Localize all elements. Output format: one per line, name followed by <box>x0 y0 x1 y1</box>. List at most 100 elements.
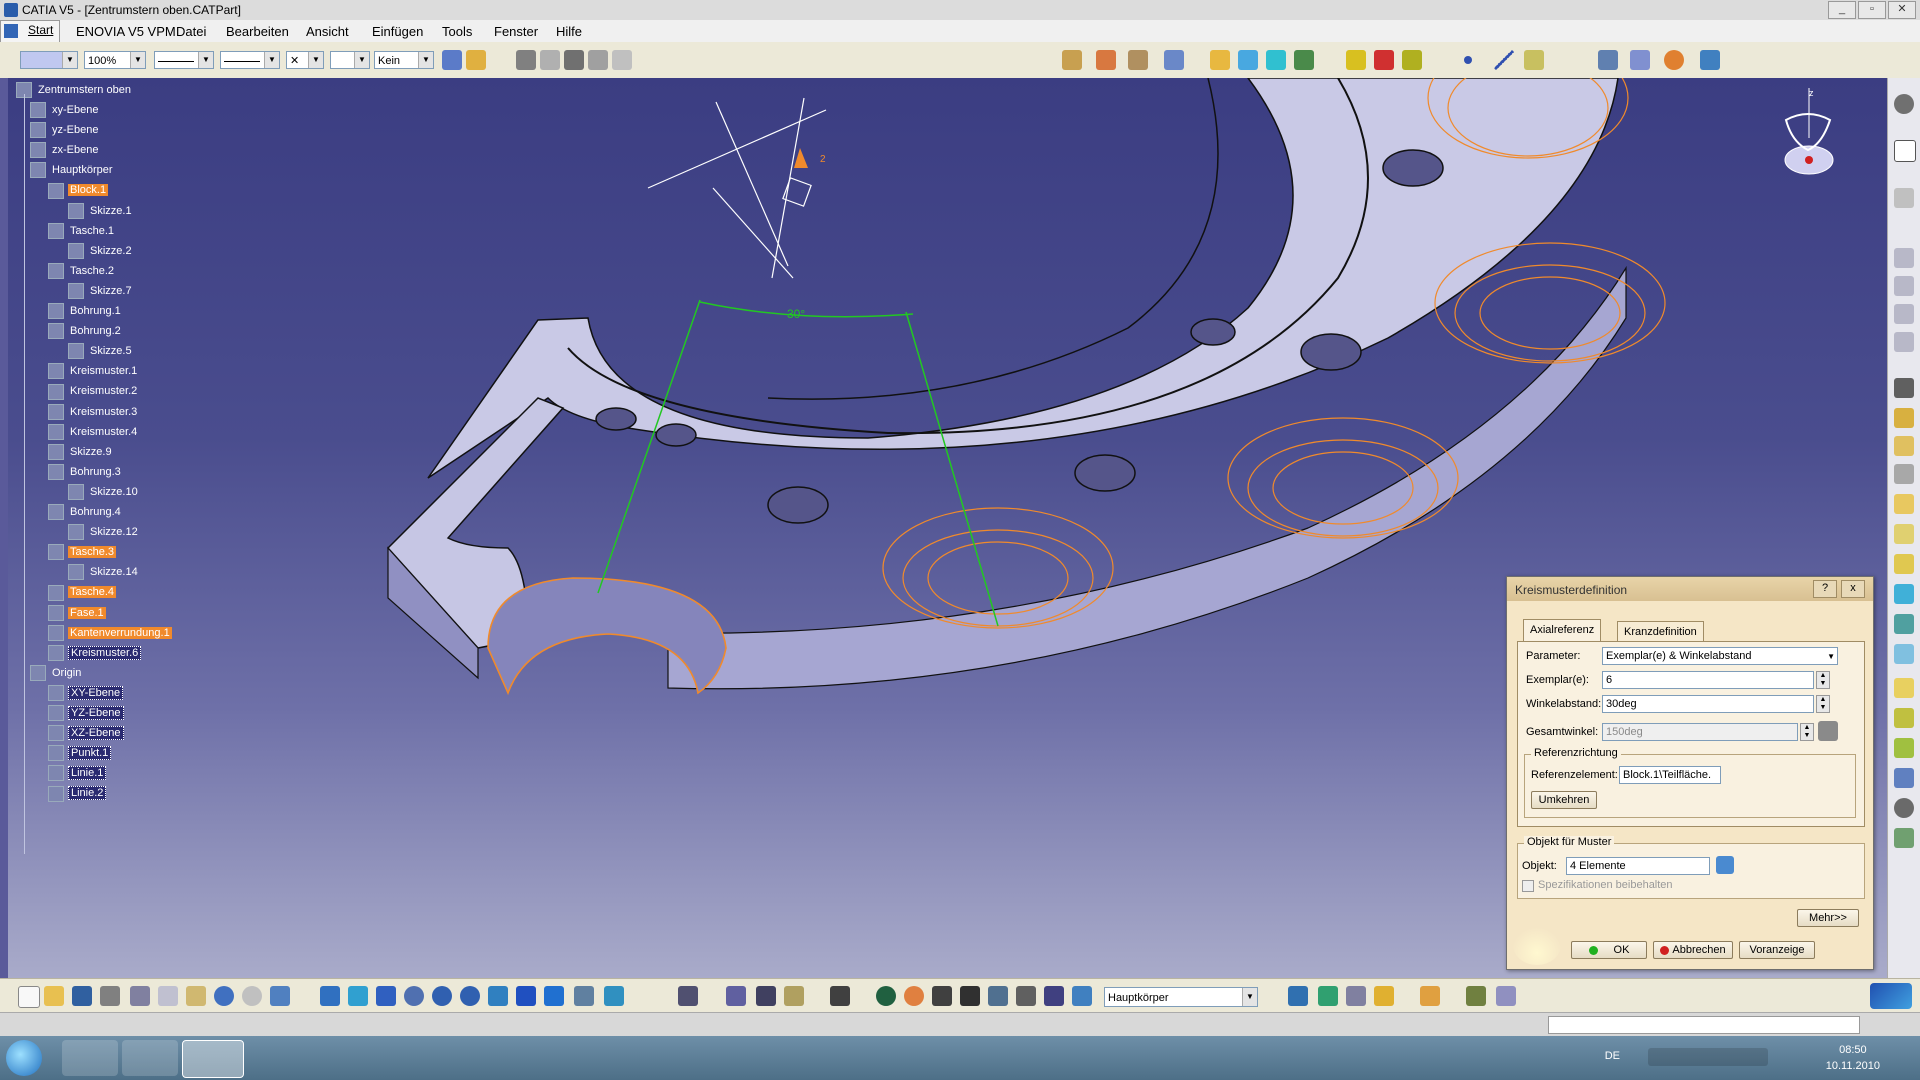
tree-node[interactable]: Skizze.7 <box>68 283 134 299</box>
scale-tool-icon[interactable] <box>1700 50 1720 70</box>
tree-node[interactable]: xy-Ebene <box>30 102 100 119</box>
painter-icon[interactable] <box>442 50 462 70</box>
menu-datei[interactable]: Datei <box>176 24 206 39</box>
minimize-button[interactable]: _ <box>1828 1 1856 19</box>
fillet-side-icon[interactable] <box>1894 524 1914 544</box>
thread-analysis-icon[interactable] <box>784 986 804 1006</box>
menu-bearbeiten[interactable]: Bearbeiten <box>226 24 289 39</box>
properties-icon[interactable] <box>466 50 486 70</box>
ok-button[interactable]: OK <box>1571 941 1647 959</box>
menu-fenster[interactable]: Fenster <box>494 24 538 39</box>
restore-button[interactable]: ▫ <box>1858 1 1886 19</box>
color-combo[interactable]: ▼ <box>20 51 78 69</box>
thick-surface-side-icon[interactable] <box>1894 738 1914 758</box>
zoom-in-icon[interactable] <box>432 986 452 1006</box>
tree-node[interactable]: Bohrung.4 <box>48 504 123 521</box>
select-object-icon[interactable] <box>1716 856 1734 874</box>
chamfer-tool-icon[interactable] <box>1238 50 1258 70</box>
measure-bottom-icon[interactable] <box>1496 986 1516 1006</box>
loft-side-icon[interactable] <box>1894 494 1914 514</box>
catia-taskbar-icon[interactable] <box>182 1040 244 1078</box>
tree-node[interactable]: Linie.1 <box>48 765 107 782</box>
analysis-bottom-icon[interactable] <box>726 986 746 1006</box>
tree-node[interactable]: XY-Ebene <box>48 685 124 701</box>
symmetry-side-icon[interactable] <box>1894 828 1914 848</box>
knowledge-icon[interactable] <box>1374 986 1394 1006</box>
layer-number-combo[interactable]: ▼ <box>330 51 370 69</box>
clock[interactable]: 08:50 10.11.2010 <box>1826 1042 1880 1074</box>
help-icon[interactable] <box>612 50 632 70</box>
hide-show-icon[interactable] <box>604 986 624 1006</box>
tree-node[interactable]: Tasche.2 <box>48 262 116 279</box>
geometry-set-icon[interactable] <box>1072 986 1092 1006</box>
save-icon[interactable] <box>72 986 92 1006</box>
tree-node[interactable]: Bohrung.1 <box>48 303 123 320</box>
graphic-properties-icon[interactable] <box>516 50 536 70</box>
tree-node[interactable]: Skizze.10 <box>68 484 140 500</box>
fillet-tool-icon[interactable] <box>1210 50 1230 70</box>
body-select[interactable]: Hauptkörper ▼ <box>1104 987 1258 1007</box>
parameter-select[interactable]: Exemplar(e) & Winkelabstand ▼ <box>1602 647 1838 665</box>
shading-icon[interactable] <box>574 986 594 1006</box>
measure-icon[interactable] <box>564 50 584 70</box>
tree-node[interactable]: zx-Ebene <box>30 142 100 159</box>
draft-analysis-icon[interactable] <box>756 986 776 1006</box>
layer-combo[interactable]: Kein ▼ <box>374 51 434 69</box>
tree-node[interactable]: Bohrung.3 <box>48 463 123 480</box>
rotate-icon[interactable] <box>404 986 424 1006</box>
normal-view-icon[interactable] <box>488 986 508 1006</box>
split-side-icon[interactable] <box>1894 708 1914 728</box>
draft-tool-icon[interactable] <box>1266 50 1286 70</box>
groove-side-icon[interactable] <box>1894 332 1914 352</box>
tree-node[interactable]: XZ-Ebene <box>48 725 124 742</box>
assemble-tool-icon[interactable] <box>1374 50 1394 70</box>
zoom-combo[interactable]: 100% ▼ <box>84 51 146 69</box>
reverse-button[interactable]: Umkehren <box>1531 791 1597 809</box>
menu-hilfe[interactable]: Hilfe <box>556 24 582 39</box>
tree-node[interactable]: Linie.2 <box>48 785 107 802</box>
paste-icon[interactable] <box>186 986 206 1006</box>
tree-node[interactable]: Zentrumstern oben <box>16 82 133 98</box>
more-button[interactable]: Mehr>> <box>1797 909 1859 927</box>
whats-this-icon[interactable] <box>270 986 290 1006</box>
boolean-tool-icon[interactable] <box>1346 50 1366 70</box>
menu-start[interactable]: Start <box>0 20 60 44</box>
pocket-tool-icon[interactable] <box>1096 50 1116 70</box>
sketcher-icon[interactable] <box>1894 188 1914 208</box>
close-window-button[interactable]: ✕ <box>1888 1 1916 19</box>
menu-tools[interactable]: Tools <box>442 24 472 39</box>
capture-icon[interactable] <box>830 986 850 1006</box>
angle-field[interactable]: 30deg <box>1602 695 1814 713</box>
reference-element-field[interactable]: Block.1\Teilfläche. <box>1619 766 1721 784</box>
formula-icon[interactable] <box>1318 986 1338 1006</box>
menu-ansicht[interactable]: Ansicht <box>306 24 349 39</box>
cut-copy-icon[interactable] <box>540 50 560 70</box>
menu-einfuegen[interactable]: Einfügen <box>372 24 423 39</box>
translate-side-icon[interactable] <box>1894 768 1914 788</box>
iso-view-icon[interactable] <box>544 986 564 1006</box>
mirror-tool-icon[interactable] <box>1598 50 1618 70</box>
tab-kranzdefinition[interactable]: Kranzdefinition <box>1617 621 1704 642</box>
chamfer-side-icon[interactable] <box>1894 554 1914 574</box>
preview-button[interactable]: Voranzeige <box>1739 941 1815 959</box>
hole-side-icon[interactable] <box>1894 378 1914 398</box>
shell-side-icon[interactable] <box>1894 614 1914 634</box>
tree-node[interactable]: Skizze.5 <box>68 343 134 360</box>
tree-node[interactable]: Origin <box>30 664 83 681</box>
pan-icon[interactable] <box>376 986 396 1006</box>
undo-icon[interactable] <box>214 986 234 1006</box>
tree-node[interactable]: Bohrung.2 <box>48 323 123 340</box>
pad-side-icon[interactable] <box>1894 248 1914 268</box>
tree-node[interactable]: Tasche.1 <box>48 222 116 239</box>
tree-node[interactable]: Kreismuster.4 <box>48 423 139 440</box>
angle-spinner[interactable]: ▲ ▼ <box>1816 695 1830 713</box>
tree-node[interactable]: Skizze.9 <box>48 443 114 460</box>
fly-mode-icon[interactable] <box>320 986 340 1006</box>
tree-node[interactable]: Kreismuster.6 <box>48 644 142 661</box>
tree-node[interactable]: Skizze.12 <box>68 524 140 541</box>
swap-visible-icon[interactable] <box>678 986 698 1006</box>
hand-tool-icon[interactable] <box>1420 986 1440 1006</box>
menu-enovia[interactable]: ENOVIA V5 VPM <box>76 24 176 39</box>
open-folder-icon[interactable] <box>44 986 64 1006</box>
tree-node[interactable]: Skizze.1 <box>68 202 134 219</box>
